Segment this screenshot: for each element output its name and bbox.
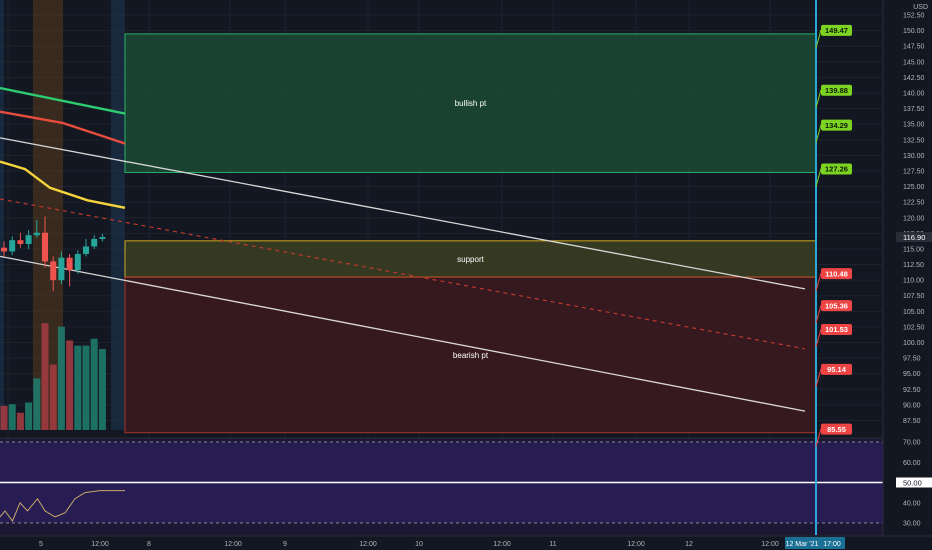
price-tick-label: 105.00	[903, 309, 925, 316]
candle-body	[50, 261, 57, 281]
time-tick-label: 10	[415, 541, 423, 548]
price-tag-label: 149.47	[825, 26, 848, 35]
price-tick-label: 135.00	[903, 122, 925, 129]
session-band	[0, 0, 4, 430]
volume-bar	[16, 412, 24, 430]
price-tick-label: 95.00	[903, 371, 921, 378]
volume-bar	[25, 402, 33, 430]
price-tick-label: 90.00	[903, 402, 921, 409]
price-tag-label: 110.48	[825, 269, 848, 278]
price-tick-label: 125.00	[903, 184, 925, 191]
volume-bar	[82, 345, 90, 430]
current-price-label: 116.90	[903, 233, 925, 242]
time-tick-label: 12:00	[493, 541, 511, 548]
time-tick-label: 5	[39, 541, 43, 548]
volume-bar	[41, 323, 49, 430]
price-tick-label: 140.00	[903, 90, 925, 97]
price-tick-label: 142.50	[903, 75, 925, 82]
volume-bar	[66, 340, 74, 430]
volume-bar	[98, 349, 106, 430]
session-band	[111, 0, 125, 430]
price-axis[interactable]: USD 152.50 150.00 147.50 145.00 142.50 140.00 1…	[882, 0, 932, 550]
price-tick-label: 97.50	[903, 356, 921, 363]
time-tick-label: 12:00	[224, 541, 242, 548]
time-highlight-date: 12 Mar '21	[786, 541, 819, 548]
volume-bar	[33, 378, 41, 430]
price-tick-label: 110.00	[903, 278, 924, 285]
candle-body	[66, 257, 73, 271]
time-tick-label: 12:00	[761, 541, 779, 548]
price-tag-label: 105.36	[825, 301, 848, 310]
candle-body	[17, 240, 24, 244]
candle-body	[58, 257, 65, 281]
time-tick-label: 12:00	[359, 541, 377, 548]
candle-body	[74, 253, 81, 271]
bearish-zone-label: bearish pt	[453, 351, 489, 360]
price-tick-label: 145.00	[903, 59, 925, 66]
trading-chart[interactable]: bullish pt support bearish pt USD 152.50 150…	[0, 0, 932, 550]
price-tick-label: 112.50	[903, 262, 924, 269]
price-tick-label: 122.50	[903, 200, 925, 207]
time-highlight-time: 17:00	[823, 541, 841, 548]
rsi-tick-label: 70.00	[903, 440, 921, 447]
time-tick-label: 11	[549, 541, 556, 548]
price-tick-label: 137.50	[903, 106, 925, 113]
price-tick-label: 127.50	[903, 168, 925, 175]
candle-body	[1, 247, 7, 252]
price-tag-label: 101.53	[825, 325, 848, 334]
price-tag-label: 139.88	[825, 86, 848, 95]
candle-body	[83, 246, 89, 254]
support-zone-label: support	[457, 255, 484, 264]
price-tick-label: 120.00	[903, 215, 925, 222]
price-tag-label: 127.26	[825, 165, 848, 174]
price-tick-label: 107.50	[903, 293, 925, 300]
candle-body	[9, 240, 16, 252]
candle-body	[33, 232, 40, 236]
price-tick-label: 92.50	[903, 387, 921, 394]
volume-bar	[49, 364, 57, 430]
candle-body	[91, 238, 98, 247]
price-tag-label: 95.14	[827, 365, 847, 374]
time-tick-label: 12	[685, 541, 693, 548]
price-tick-label: 132.50	[903, 137, 925, 144]
time-tick-label: 12:00	[91, 541, 109, 548]
price-tick-label: 130.00	[903, 153, 925, 160]
volume-bar	[74, 345, 82, 430]
price-axis-background	[883, 0, 932, 550]
candle-body	[25, 235, 32, 244]
price-tag-label: 85.55	[827, 425, 846, 434]
volume-bar	[57, 326, 65, 430]
bullish-zone-label: bullish pt	[455, 99, 487, 108]
time-tick-label: 8	[147, 541, 151, 548]
price-tick-label: 100.00	[903, 340, 925, 347]
volume-bar	[90, 338, 98, 430]
rsi-mid-label: 50.00	[903, 479, 922, 488]
price-tag-label: 134.29	[825, 121, 848, 130]
price-tick-label: 102.50	[903, 324, 925, 331]
price-tick-label: 87.50	[903, 418, 921, 425]
volume-bar	[0, 405, 8, 430]
rsi-tick-label: 30.00	[903, 521, 921, 528]
time-tick-label: 9	[283, 541, 287, 548]
candle-body	[99, 237, 106, 239]
candle-body	[42, 232, 48, 262]
price-tick-label: 152.50	[903, 13, 925, 20]
currency-label: USD	[913, 4, 928, 11]
time-axis[interactable]: 5 12:00 8 12:00 9 12:00 10 12:00 11 12:00 12 12:00 1…	[0, 535, 932, 550]
price-tick-label: 150.00	[903, 28, 925, 35]
price-tick-label: 147.50	[903, 44, 925, 51]
rsi-pane	[0, 437, 883, 535]
price-tick-label: 115.00	[903, 246, 924, 253]
time-tick-label: 12:00	[627, 541, 645, 548]
rsi-tick-label: 40.00	[903, 500, 921, 507]
volume-bar	[8, 404, 16, 430]
rsi-tick-label: 60.00	[903, 460, 921, 467]
